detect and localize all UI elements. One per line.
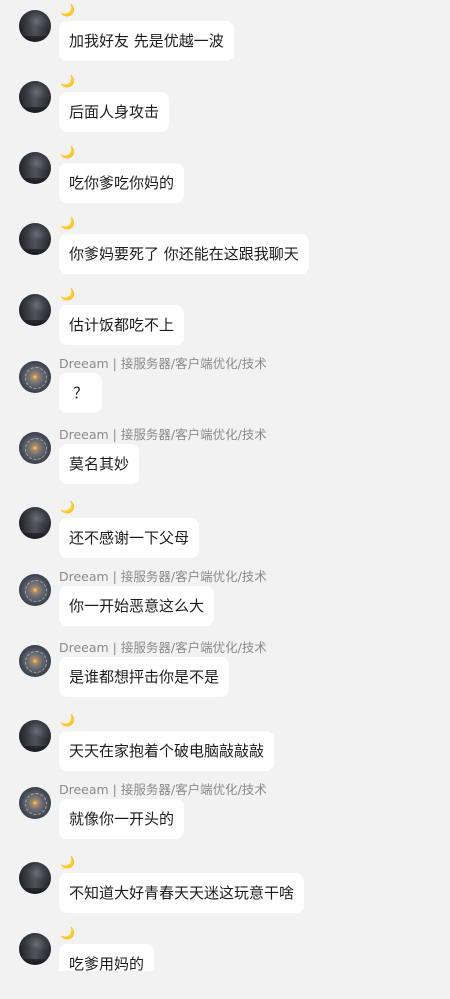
chat-message: 🌙 后面人身攻击 <box>0 74 450 147</box>
avatar[interactable] <box>19 81 51 113</box>
message-bubble[interactable]: 莫名其妙 <box>59 444 140 484</box>
message-bubble[interactable]: 还不感谢一下父母 <box>59 518 200 558</box>
message-bubble[interactable]: 是谁都想抨击你是不是 <box>59 657 230 697</box>
sender-nickname: 🌙 <box>60 74 75 88</box>
avatar[interactable] <box>19 223 51 255</box>
sender-nickname: Dreeam | 接服务器/客户端优化/技术 <box>59 569 267 584</box>
message-bubble[interactable]: 估计饭都吃不上 <box>59 305 185 345</box>
message-bubble[interactable]: 加我好友 先是优越一波 <box>59 21 234 61</box>
message-bubble[interactable]: 天天在家抱着个破电脑敲敲敲 <box>59 731 275 771</box>
chat-message: Dreeam | 接服务器/客户端优化/技术 就像你一开头的 <box>0 782 450 854</box>
message-bubble[interactable]: 后面人身攻击 <box>59 92 170 132</box>
avatar[interactable] <box>19 787 51 819</box>
chat-message: 🌙 估计饭都吃不上 <box>0 287 450 360</box>
chat-message: 🌙 你爹妈要死了 你还能在这跟我聊天 <box>0 216 450 289</box>
message-bubble[interactable]: 吃爹用妈的 <box>59 944 155 971</box>
avatar[interactable] <box>19 361 51 393</box>
sender-nickname: 🌙 <box>60 3 75 17</box>
chat-message: Dreeam | 接服务器/客户端优化/技术 是谁都想抨击你是不是 <box>0 640 450 712</box>
avatar[interactable] <box>19 10 51 42</box>
message-bubble[interactable]: 不知道大好青春天天迷这玩意干啥 <box>59 873 305 913</box>
chat-message: 🌙 天天在家抱着个破电脑敲敲敲 <box>0 713 450 786</box>
chat-message-list[interactable]: 🌙 加我好友 先是优越一波 🌙 后面人身攻击 🌙 吃你爹吃你妈的 🌙 你爹妈要死… <box>0 0 450 971</box>
sender-nickname: 🌙 <box>60 500 75 514</box>
sender-nickname: 🌙 <box>60 216 75 230</box>
chat-message: 🌙 吃爹用妈的 <box>0 926 450 999</box>
chat-message: Dreeam | 接服务器/客户端优化/技术 你一开始恶意这么大 <box>0 569 450 641</box>
sender-nickname: 🌙 <box>60 855 75 869</box>
sender-nickname: 🌙 <box>60 713 75 727</box>
chat-message: 🌙 还不感谢一下父母 <box>0 500 450 573</box>
chat-message: 🌙 不知道大好青春天天迷这玩意干啥 <box>0 855 450 928</box>
avatar[interactable] <box>19 574 51 606</box>
sender-nickname: Dreeam | 接服务器/客户端优化/技术 <box>59 782 267 797</box>
message-bubble[interactable]: 你爹妈要死了 你还能在这跟我聊天 <box>59 234 309 274</box>
avatar[interactable] <box>19 507 51 539</box>
avatar[interactable] <box>19 432 51 464</box>
avatar[interactable] <box>19 720 51 752</box>
message-bubble[interactable]: 就像你一开头的 <box>59 799 185 839</box>
message-bubble[interactable]: 吃你爹吃你妈的 <box>59 163 185 203</box>
avatar[interactable] <box>19 933 51 965</box>
sender-nickname: 🌙 <box>60 287 75 301</box>
avatar[interactable] <box>19 862 51 894</box>
sender-nickname: Dreeam | 接服务器/客户端优化/技术 <box>59 427 267 442</box>
chat-message: Dreeam | 接服务器/客户端优化/技术 莫名其妙 <box>0 427 450 499</box>
avatar[interactable] <box>19 294 51 326</box>
sender-nickname: 🌙 <box>60 926 75 940</box>
sender-nickname: Dreeam | 接服务器/客户端优化/技术 <box>59 640 267 655</box>
message-bubble[interactable]: ？ <box>59 373 103 413</box>
message-bubble[interactable]: 你一开始恶意这么大 <box>59 586 215 626</box>
avatar[interactable] <box>19 152 51 184</box>
chat-message: Dreeam | 接服务器/客户端优化/技术 ？ <box>0 356 450 428</box>
chat-message: 🌙 吃你爹吃你妈的 <box>0 145 450 218</box>
chat-message: 🌙 加我好友 先是优越一波 <box>0 3 450 76</box>
avatar[interactable] <box>19 645 51 677</box>
sender-nickname: Dreeam | 接服务器/客户端优化/技术 <box>59 356 267 371</box>
sender-nickname: 🌙 <box>60 145 75 159</box>
